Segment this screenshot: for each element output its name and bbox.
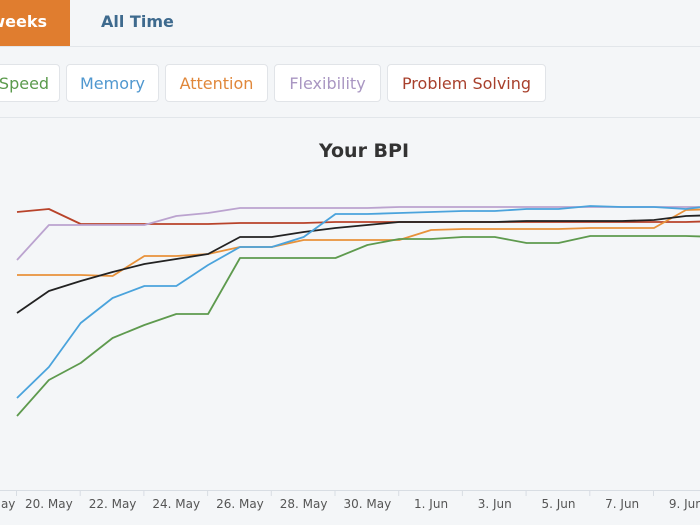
x-tick-label: 28. May — [280, 497, 328, 511]
x-tick-label: 5. Jun — [541, 497, 575, 511]
series-line-flexibility — [16, 206, 700, 261]
x-tick-label: 26. May — [216, 497, 264, 511]
bpi-line-chart: May 20. May 22. May 24. May 26. May 28. May 30… — [0, 205, 700, 511]
series-line-attention — [17, 208, 700, 277]
x-tick-label: 20. May — [25, 497, 73, 511]
x-tick-label: 30. May — [343, 497, 391, 511]
x-tick-label: 9. Jun — [669, 497, 700, 511]
series-line-memory — [16, 205, 700, 399]
x-tick-label: 3. Jun — [478, 497, 512, 511]
x-tick-label: 7. Jun — [605, 497, 639, 511]
series-line-speed — [16, 235, 700, 417]
x-tick-label: 22. May — [89, 497, 137, 511]
x-tick-label: May — [0, 497, 15, 511]
x-tick-label: 1. Jun — [414, 497, 448, 511]
series-line-bpi — [16, 214, 700, 314]
x-tick-label: 24. May — [152, 497, 200, 511]
